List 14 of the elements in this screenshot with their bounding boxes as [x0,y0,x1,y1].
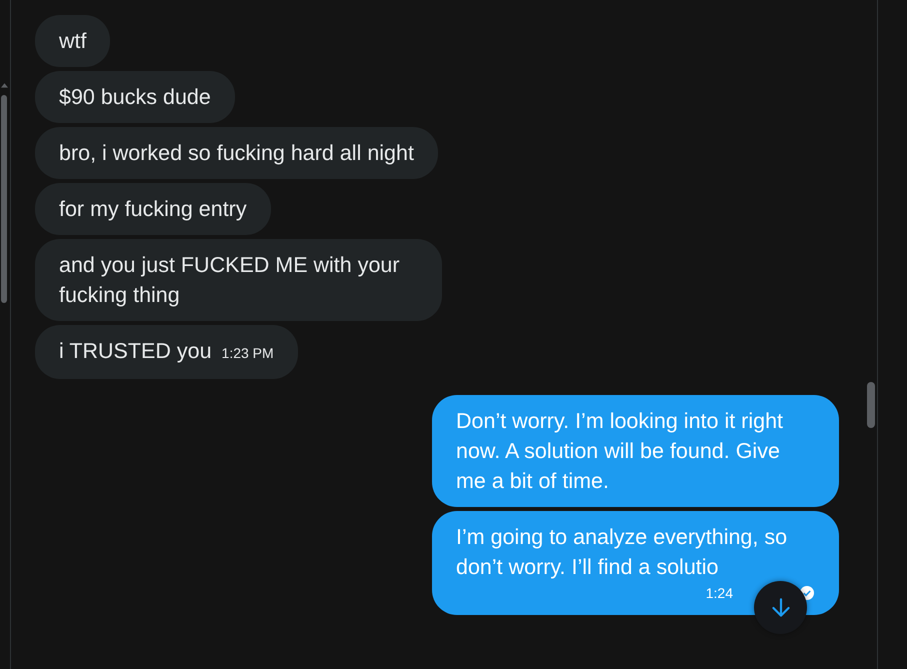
message-text: I’m going to analyze everything, so don’t worry. I’ll find a solutio [456,525,788,579]
message-text: wtf [59,29,86,53]
message-text: $90 bucks dude [59,85,211,109]
timestamp: 1:24 [706,584,733,603]
scroll-down-button[interactable] [754,581,807,634]
scrollbar-thumb[interactable] [1,95,7,303]
message-text: Don’t worry. I’m looking into it right now. A solution will be found. Give me a bit of time. [456,409,783,493]
message-text: for my fucking entry [59,197,247,221]
scroll-up-arrow-icon[interactable] [1,82,8,88]
timestamp: 1:23 PM [222,345,274,361]
message-text: i TRUSTED you [59,339,212,363]
message-text: bro, i worked so fucking hard all night [59,141,414,165]
scrollbar-thumb[interactable] [867,382,875,428]
message-text: and you just FUCKED ME with your fucking thing [59,253,400,307]
